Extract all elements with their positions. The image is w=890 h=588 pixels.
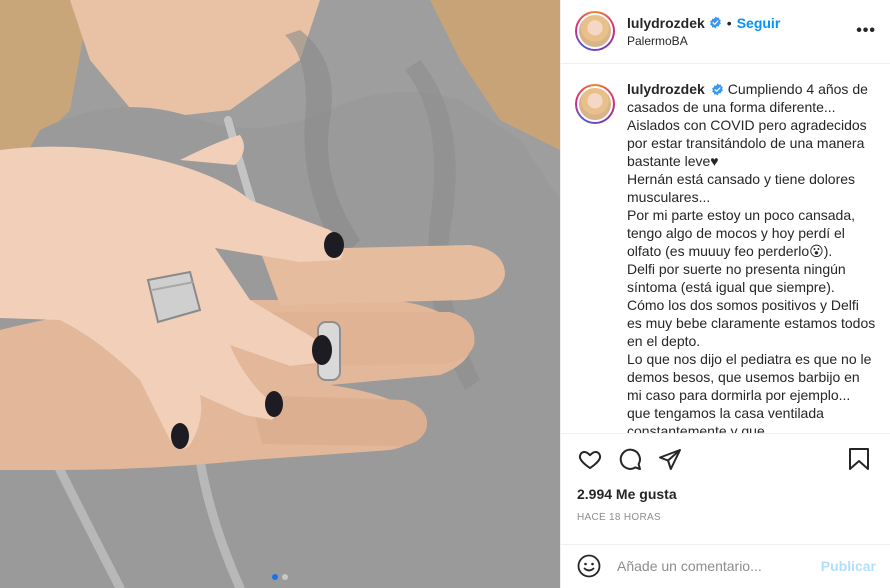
carousel-dots	[272, 574, 288, 580]
caption-text: lulydrozdek Cumpliendo 4 años de casados …	[627, 80, 877, 433]
caption-area: lulydrozdek Cumpliendo 4 años de casados …	[561, 64, 890, 434]
username-link[interactable]: lulydrozdek	[627, 15, 705, 31]
caption-line: Hernán está cansado y tiene dolores musc…	[627, 170, 856, 205]
caption-line: Por mi parte estoy un poco cansada, teng…	[627, 206, 856, 259]
likes-count[interactable]: 2.994 Me gusta	[561, 485, 890, 507]
caption-line: Delfi por suerte no presenta ningún sínt…	[627, 260, 846, 295]
emoji-icon[interactable]	[577, 553, 603, 579]
photo-illustration	[0, 0, 560, 588]
bookmark-icon[interactable]	[846, 446, 872, 472]
more-options-icon[interactable]: •••	[856, 22, 876, 40]
carousel-dot	[282, 574, 288, 580]
share-icon[interactable]	[657, 446, 683, 472]
caption-avatar[interactable]	[575, 83, 615, 124]
header-row: lulydrozdek • Seguir	[627, 15, 780, 31]
caption-paragraph: lulydrozdek Cumpliendo 4 años de casados …	[627, 80, 877, 170]
verified-badge-icon	[709, 16, 722, 29]
post-header: lulydrozdek • Seguir PalermoBA •••	[561, 0, 890, 64]
avatar-image	[577, 13, 613, 50]
post-timestamp[interactable]: HACE 18 HORAS	[561, 506, 890, 534]
follow-button[interactable]: Seguir	[737, 15, 781, 31]
action-bar	[561, 434, 890, 485]
comment-icon[interactable]	[617, 446, 643, 472]
verified-badge-icon	[711, 83, 724, 96]
avatar-image	[577, 85, 613, 122]
publish-button[interactable]: Publicar	[821, 558, 876, 574]
heart-icon[interactable]	[577, 446, 603, 472]
comment-bar: Publicar	[561, 543, 890, 588]
comment-input[interactable]	[617, 558, 821, 575]
post-side-panel: lulydrozdek • Seguir PalermoBA ••• lulyd…	[560, 0, 890, 588]
caption-username-link[interactable]: lulydrozdek	[627, 81, 705, 97]
carousel-dot	[272, 574, 278, 580]
post-photo[interactable]	[0, 0, 560, 588]
avatar[interactable]	[575, 11, 615, 52]
caption-line: Cómo los dos somos positivos y Delfi es …	[627, 296, 876, 349]
instagram-post-view: lulydrozdek • Seguir PalermoBA ••• lulyd…	[0, 0, 890, 588]
location-link[interactable]: PalermoBA	[627, 34, 780, 48]
separator-dot: •	[726, 14, 732, 31]
caption-line: Lo que nos dijo el pediatra es que no le…	[627, 350, 872, 434]
header-text: lulydrozdek • Seguir PalermoBA	[627, 15, 780, 48]
